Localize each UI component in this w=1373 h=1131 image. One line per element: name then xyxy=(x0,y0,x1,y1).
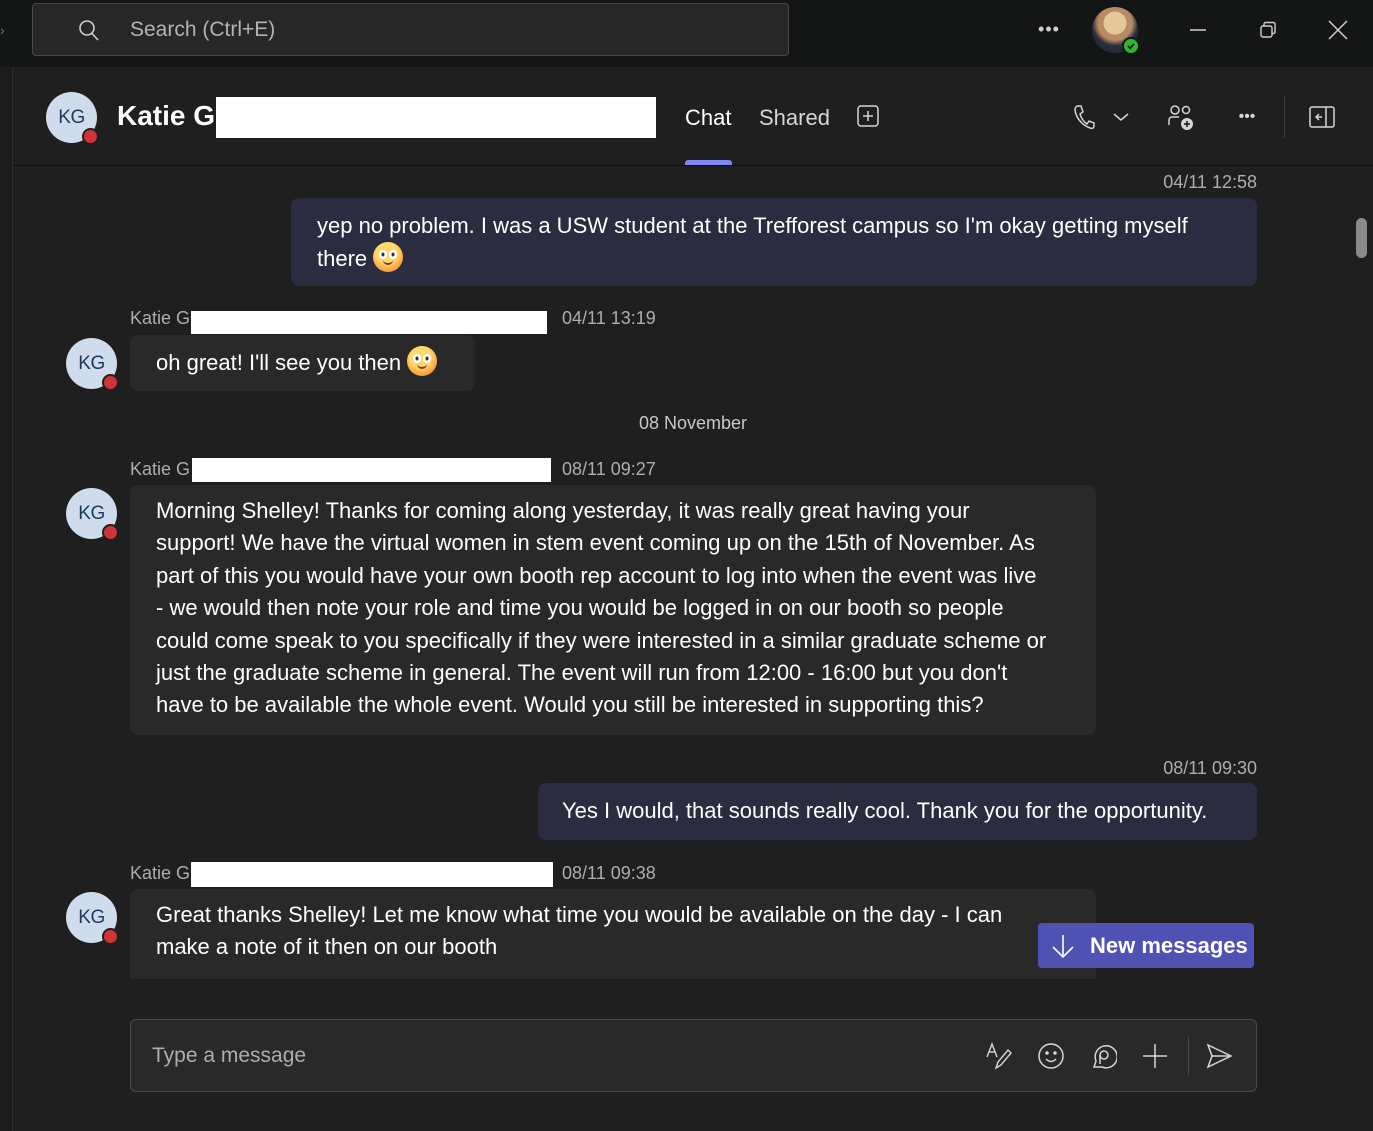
close-button[interactable] xyxy=(1320,12,1356,48)
contact-name: Katie G xyxy=(117,100,216,131)
emoji-button[interactable] xyxy=(1036,1041,1066,1071)
header-divider xyxy=(1284,96,1285,138)
sender-name: Katie G xyxy=(130,308,191,328)
search-placeholder: Search (Ctrl+E) xyxy=(130,18,276,41)
open-side-panel-icon xyxy=(1309,106,1335,128)
minimize-icon xyxy=(1190,29,1206,31)
format-button[interactable] xyxy=(984,1041,1014,1071)
restore-button[interactable] xyxy=(1250,12,1286,48)
call-button[interactable] xyxy=(1070,103,1098,131)
chevron-down-icon xyxy=(1113,113,1129,121)
call-options-dropdown[interactable] xyxy=(1111,107,1131,127)
message-timestamp: 04/11 13:19 xyxy=(562,308,656,328)
settings-more-button[interactable]: ••• xyxy=(1036,16,1062,42)
add-people-icon xyxy=(1168,105,1193,130)
chat-header: KG Katie G Chat Shared ••• xyxy=(13,67,1373,166)
message-text: oh great! I'll see you then xyxy=(156,350,402,375)
received-message[interactable]: Great thanks Shelley! Let me know what t… xyxy=(130,889,1096,979)
date-separator: 08 November xyxy=(638,413,748,433)
message-text: there xyxy=(317,246,368,271)
redaction-block xyxy=(191,862,553,887)
sent-message[interactable]: yep no problem. I was a USW student at t… xyxy=(291,198,1257,286)
received-message[interactable]: oh great! I'll see you then xyxy=(130,335,475,391)
message-line: just the graduate scheme in general. The… xyxy=(156,660,1008,686)
title-bar: › Search (Ctrl+E) ••• xyxy=(0,0,1373,67)
redaction-block xyxy=(216,97,656,138)
redaction-block xyxy=(192,458,551,482)
avatar-initials: KG xyxy=(58,106,85,128)
search-input[interactable]: Search (Ctrl+E) xyxy=(32,3,789,56)
add-tab-icon xyxy=(857,105,879,127)
more-options-icon: ••• xyxy=(1238,108,1256,125)
emoji-icon xyxy=(1038,1043,1064,1069)
format-icon xyxy=(986,1042,1012,1070)
tab-chat[interactable]: Chat xyxy=(685,105,731,131)
attach-plus-icon xyxy=(1143,1044,1167,1068)
compose-input[interactable]: Type a message xyxy=(152,1044,306,1068)
send-button[interactable] xyxy=(1204,1041,1234,1071)
message-timestamp: 08/11 09:30 xyxy=(1163,758,1257,778)
more-options-button[interactable]: ••• xyxy=(1233,103,1261,131)
busy-presence-icon xyxy=(102,524,119,541)
message-line: make a note of it then on our booth xyxy=(156,934,498,960)
sender-name: Katie G xyxy=(130,459,191,479)
restore-icon xyxy=(1260,21,1276,38)
sender-avatar[interactable]: KG xyxy=(66,488,119,541)
avatar-initials: KG xyxy=(78,502,105,524)
busy-presence-icon xyxy=(82,128,99,145)
chat-scrollbar-thumb[interactable] xyxy=(1356,218,1367,258)
busy-presence-icon xyxy=(102,374,119,391)
send-icon xyxy=(1206,1043,1233,1069)
message-timestamp: 08/11 09:38 xyxy=(562,863,656,883)
message-line: - we would then note your role and time … xyxy=(156,595,1004,621)
available-status-icon xyxy=(1122,37,1140,55)
attach-button[interactable] xyxy=(1140,1041,1170,1071)
sender-avatar[interactable]: KG xyxy=(66,892,119,945)
message-text: yep no problem. I was a USW student at t… xyxy=(317,213,1188,238)
avatar-initials: KG xyxy=(78,352,105,374)
new-messages-label: New messages xyxy=(1090,932,1248,958)
add-people-button[interactable] xyxy=(1165,102,1197,134)
message-line: Morning Shelley! Thanks for coming along… xyxy=(156,498,970,523)
sent-message[interactable]: Yes I would, that sounds really cool. Th… xyxy=(538,783,1257,840)
new-messages-button[interactable]: New messages xyxy=(1038,923,1254,968)
contact-avatar[interactable]: KG xyxy=(46,92,99,145)
phone-icon xyxy=(1074,105,1095,130)
sender-name: Katie G xyxy=(130,863,191,883)
smiling-face-emoji-icon xyxy=(407,346,438,376)
sender-avatar[interactable]: KG xyxy=(66,338,119,391)
received-message[interactable]: Morning Shelley! Thanks for coming along… xyxy=(130,485,1096,735)
message-composer[interactable]: Type a message xyxy=(130,1019,1257,1092)
avatar-initials: KG xyxy=(78,906,105,928)
message-text: Yes I would, that sounds really cool. Th… xyxy=(562,798,1208,823)
message-timestamp: 08/11 09:27 xyxy=(562,459,656,479)
user-profile-avatar[interactable] xyxy=(1092,7,1140,55)
open-side-panel-button[interactable] xyxy=(1307,103,1337,131)
active-tab-indicator xyxy=(685,160,732,165)
message-timestamp: 04/11 12:58 xyxy=(1163,172,1257,192)
message-line: have to be available the whole event. Wo… xyxy=(156,692,984,718)
composer-divider xyxy=(1188,1037,1189,1075)
loop-icon xyxy=(1092,1045,1117,1069)
redaction-block xyxy=(191,311,547,334)
minimize-button[interactable] xyxy=(1180,12,1216,48)
expand-arrow-icon[interactable]: › xyxy=(0,22,5,38)
message-line: Great thanks Shelley! Let me know what t… xyxy=(156,902,1003,927)
message-line: support! We have the virtual women in st… xyxy=(156,530,1035,556)
arrow-down-icon xyxy=(1052,934,1074,958)
message-line: part of this you would have your own boo… xyxy=(156,562,1037,588)
search-icon xyxy=(79,20,99,41)
add-tab-button[interactable] xyxy=(855,103,881,129)
tab-shared[interactable]: Shared xyxy=(759,105,830,131)
left-rail xyxy=(0,67,13,1131)
busy-presence-icon xyxy=(102,928,119,945)
loop-component-button[interactable] xyxy=(1088,1041,1118,1071)
close-icon xyxy=(1328,20,1348,40)
smiling-face-emoji-icon xyxy=(373,242,404,272)
message-list: 04/11 12:58 yep no problem. I was a USW … xyxy=(13,167,1373,997)
message-line: could come speak to you specifically if … xyxy=(156,627,1047,653)
